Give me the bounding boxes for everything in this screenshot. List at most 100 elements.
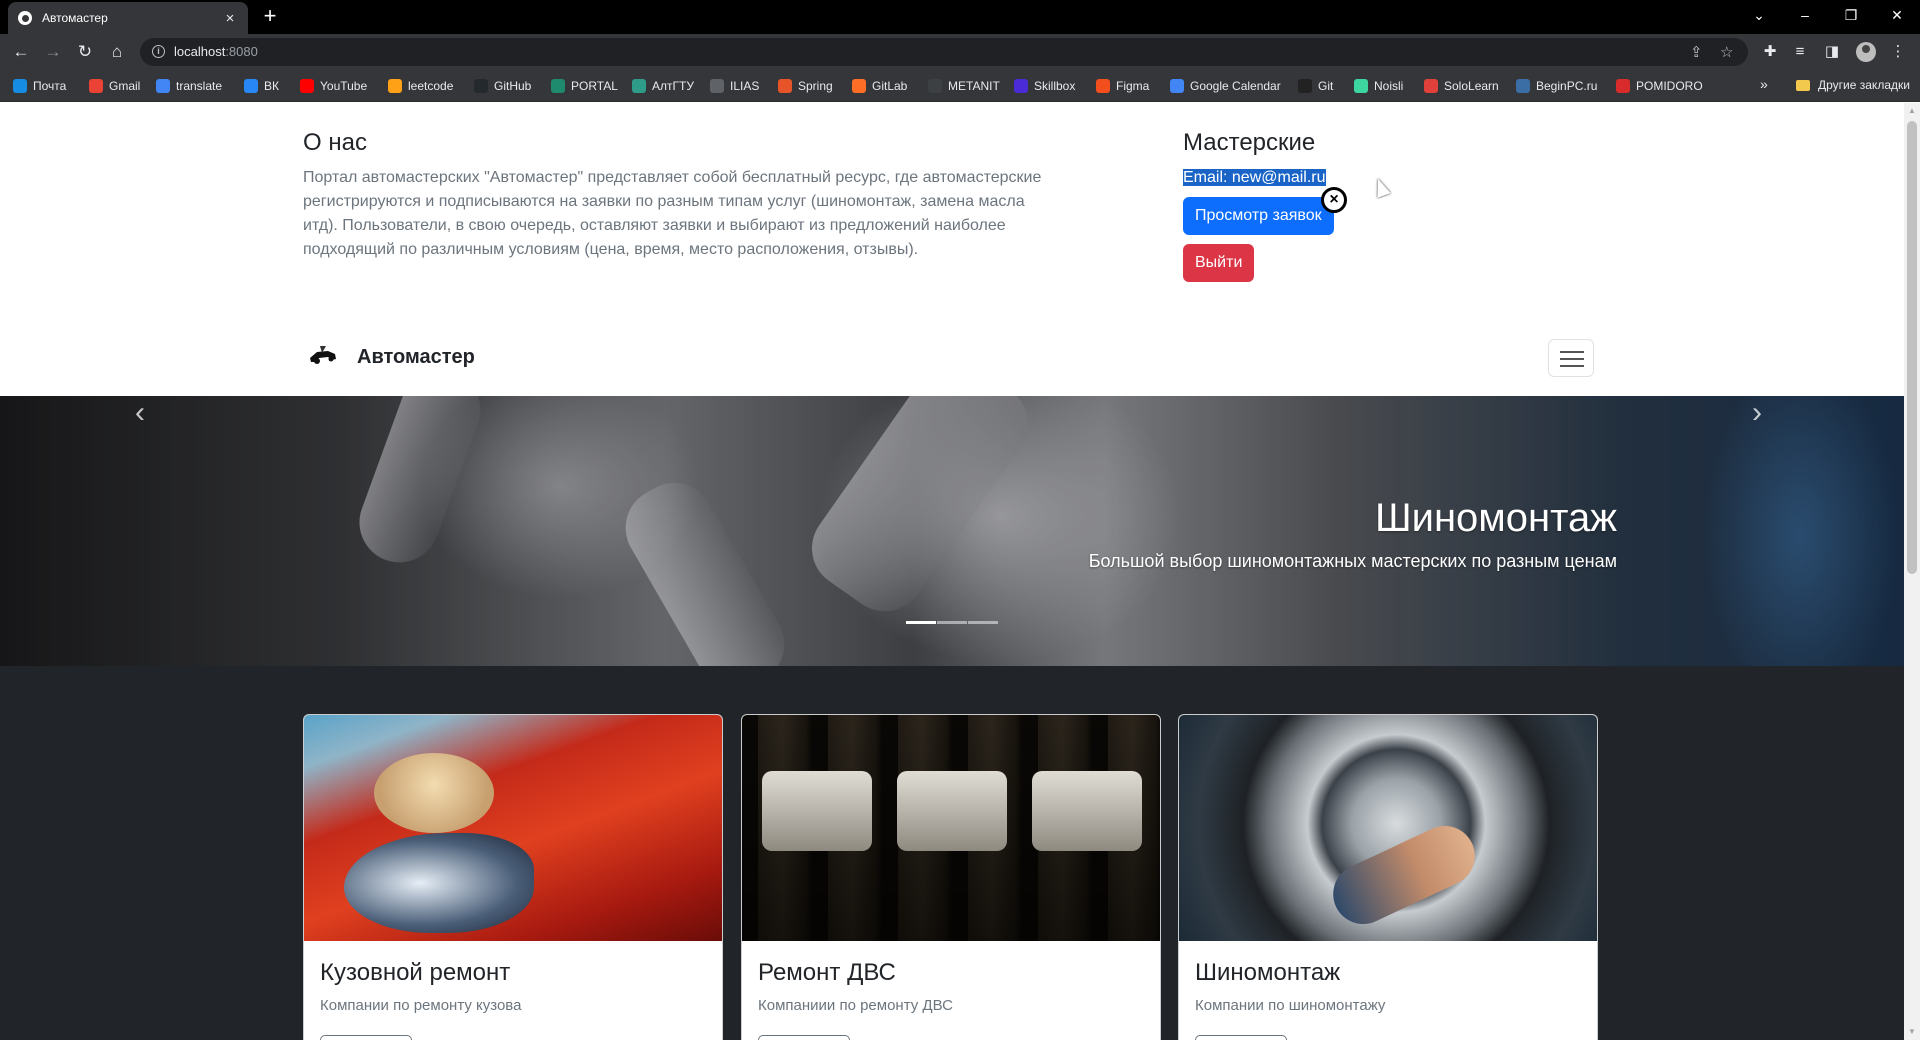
bookmark-star-icon[interactable]: ☆ xyxy=(1720,43,1733,61)
bookmark-label: GitLab xyxy=(872,79,908,93)
bookmark-item[interactable]: АлтГТУ xyxy=(632,78,694,94)
bookmark-label: leetcode xyxy=(408,79,454,93)
browser-tab[interactable]: Автомастер × xyxy=(8,2,248,34)
tab-close-icon[interactable]: × xyxy=(222,10,238,27)
reading-list-icon[interactable]: ≡ xyxy=(1790,42,1810,62)
minimize-button[interactable]: – xyxy=(1782,0,1828,30)
carousel-indicator[interactable] xyxy=(906,621,936,624)
bookmark-item[interactable]: YouTube xyxy=(300,78,367,94)
spring-icon xyxy=(778,79,792,93)
bookmark-item[interactable]: METANIT xyxy=(928,78,1000,94)
beginpc-icon xyxy=(1516,79,1530,93)
site-info-icon[interactable]: i xyxy=(152,45,165,58)
carousel-indicator[interactable] xyxy=(968,621,998,624)
logout-button[interactable]: Выйти xyxy=(1183,244,1255,282)
piston-shape xyxy=(762,771,872,851)
bookmark-item[interactable]: Spring xyxy=(778,78,833,94)
piston-shape xyxy=(897,771,1007,851)
bookmark-item[interactable]: ВК xyxy=(244,78,279,94)
bookmark-label: BeginPC.ru xyxy=(1536,79,1598,93)
hamburger-icon-bar xyxy=(1560,365,1584,367)
engine-repair-image xyxy=(742,715,1160,941)
tab-title: Автомастер xyxy=(42,11,108,25)
side-panel-icon[interactable]: ◨ xyxy=(1822,42,1842,62)
tab-search-icon[interactable]: ⌄ xyxy=(1736,0,1782,30)
restore-button[interactable]: ❐ xyxy=(1828,0,1874,30)
back-icon[interactable]: ← xyxy=(9,41,33,65)
brand-name: Автомастер xyxy=(357,345,475,368)
tire-service-image xyxy=(1179,715,1597,941)
carousel-subtitle: Большой выбор шиномонтажных мастерских п… xyxy=(1088,551,1617,571)
body-repair-image xyxy=(304,715,722,941)
bookmark-item[interactable]: Figma xyxy=(1096,78,1149,94)
bookmark-label: Noisli xyxy=(1374,79,1404,93)
close-window-button[interactable]: ✕ xyxy=(1874,0,1920,30)
leetcode-icon xyxy=(388,79,402,93)
address-bar[interactable]: i localhost:8080 ⇪ ☆ xyxy=(140,38,1748,66)
bookmark-item[interactable]: SoloLearn xyxy=(1424,78,1499,94)
extensions-icon[interactable]: ✚ xyxy=(1760,42,1780,62)
polisher-shape xyxy=(374,753,494,833)
browser-toolbar: ← → ↻ ⌂ i localhost:8080 ⇪ ☆ ✚ ≡ ◨ ⋮ xyxy=(0,34,1920,70)
carousel-title: Шиномонтаж xyxy=(1374,496,1617,540)
hamburger-icon xyxy=(1560,351,1584,353)
bookmark-item[interactable]: Git xyxy=(1298,78,1333,94)
bookmark-item[interactable]: Почта xyxy=(13,78,66,94)
view-requests-button[interactable]: Просмотр заявок xyxy=(1183,197,1334,235)
home-icon[interactable]: ⌂ xyxy=(105,41,129,65)
bookmark-item[interactable]: Skillbox xyxy=(1014,78,1075,94)
card-button[interactable] xyxy=(758,1035,850,1040)
scroll-down-icon[interactable]: ▼ xyxy=(1904,1024,1920,1040)
card-text: Компаниии по ремонту ДВС xyxy=(758,997,953,1014)
service-card: Кузовной ремонт Компании по ремонту кузо… xyxy=(303,714,723,1040)
navbar-brand[interactable]: Автомастер xyxy=(303,337,475,377)
card-button[interactable] xyxy=(320,1035,412,1040)
navbar-toggler-button[interactable] xyxy=(1548,339,1594,377)
metanit-icon xyxy=(928,79,942,93)
bookmark-item[interactable]: Google Calendar xyxy=(1170,78,1281,94)
bookmark-item[interactable]: translate xyxy=(156,78,222,94)
bookmark-label: Google Calendar xyxy=(1190,79,1281,93)
bookmark-item[interactable]: Noisli xyxy=(1354,78,1403,94)
service-card: Ремонт ДВС Компаниии по ремонту ДВС xyxy=(741,714,1161,1040)
forward-icon[interactable]: → xyxy=(41,41,65,65)
bookmark-item[interactable]: BeginPC.ru xyxy=(1516,78,1597,94)
services-section: Кузовной ремонт Компании по ремонту кузо… xyxy=(0,666,1904,1040)
user-email: Email: new@mail.ru xyxy=(1183,166,1326,190)
share-icon[interactable]: ⇪ xyxy=(1690,43,1703,61)
bookmark-item[interactable]: leetcode xyxy=(388,78,453,94)
bookmark-item[interactable]: ILIAS xyxy=(710,78,759,94)
other-bookmarks[interactable]: Другие закладки xyxy=(1796,78,1910,92)
service-card: Шиномонтаж Компании по шиномонтажу xyxy=(1178,714,1598,1040)
about-text: Портал автомастерских "Автомастер" предс… xyxy=(303,169,1042,258)
headlight-shape xyxy=(344,833,534,933)
card-button[interactable] xyxy=(1195,1035,1287,1040)
card-title: Ремонт ДВС xyxy=(758,959,896,986)
bookmark-item[interactable]: PORTAL xyxy=(551,78,618,94)
new-tab-button[interactable]: + xyxy=(258,5,282,29)
altgtu-icon xyxy=(632,79,646,93)
bookmark-item[interactable]: GitHub xyxy=(474,78,531,94)
piston-shape xyxy=(1032,771,1142,851)
figma-icon xyxy=(1096,79,1110,93)
profile-avatar[interactable] xyxy=(1856,42,1876,62)
url-host: localhost xyxy=(174,44,226,59)
page-scrollbar[interactable]: ▲ ▼ xyxy=(1904,103,1920,1040)
menu-kebab-icon[interactable]: ⋮ xyxy=(1888,42,1908,62)
bookmark-label: АлтГТУ xyxy=(652,79,694,93)
scroll-up-icon[interactable]: ▲ xyxy=(1904,103,1920,119)
scrollbar-thumb[interactable] xyxy=(1907,121,1917,574)
bookmark-item[interactable]: Gmail xyxy=(89,78,140,94)
reload-icon[interactable]: ↻ xyxy=(73,41,97,65)
carousel-prev-icon[interactable]: ‹ xyxy=(135,396,145,430)
carousel-next-icon[interactable]: › xyxy=(1752,396,1762,430)
bookmarks-overflow-icon[interactable]: » xyxy=(1760,76,1768,92)
close-icon[interactable]: × xyxy=(1321,187,1347,213)
google-translate-icon xyxy=(156,79,170,93)
bookmark-item[interactable]: POMIDORO xyxy=(1616,78,1703,94)
carousel-indicator[interactable] xyxy=(937,621,967,624)
bookmark-item[interactable]: GitLab xyxy=(852,78,907,94)
bookmark-label: SoloLearn xyxy=(1444,79,1499,93)
bookmarks-bar: » Другие закладки Почта Gmail translate ВК Y… xyxy=(0,70,1920,102)
bookmark-label: METANIT xyxy=(948,79,1000,93)
